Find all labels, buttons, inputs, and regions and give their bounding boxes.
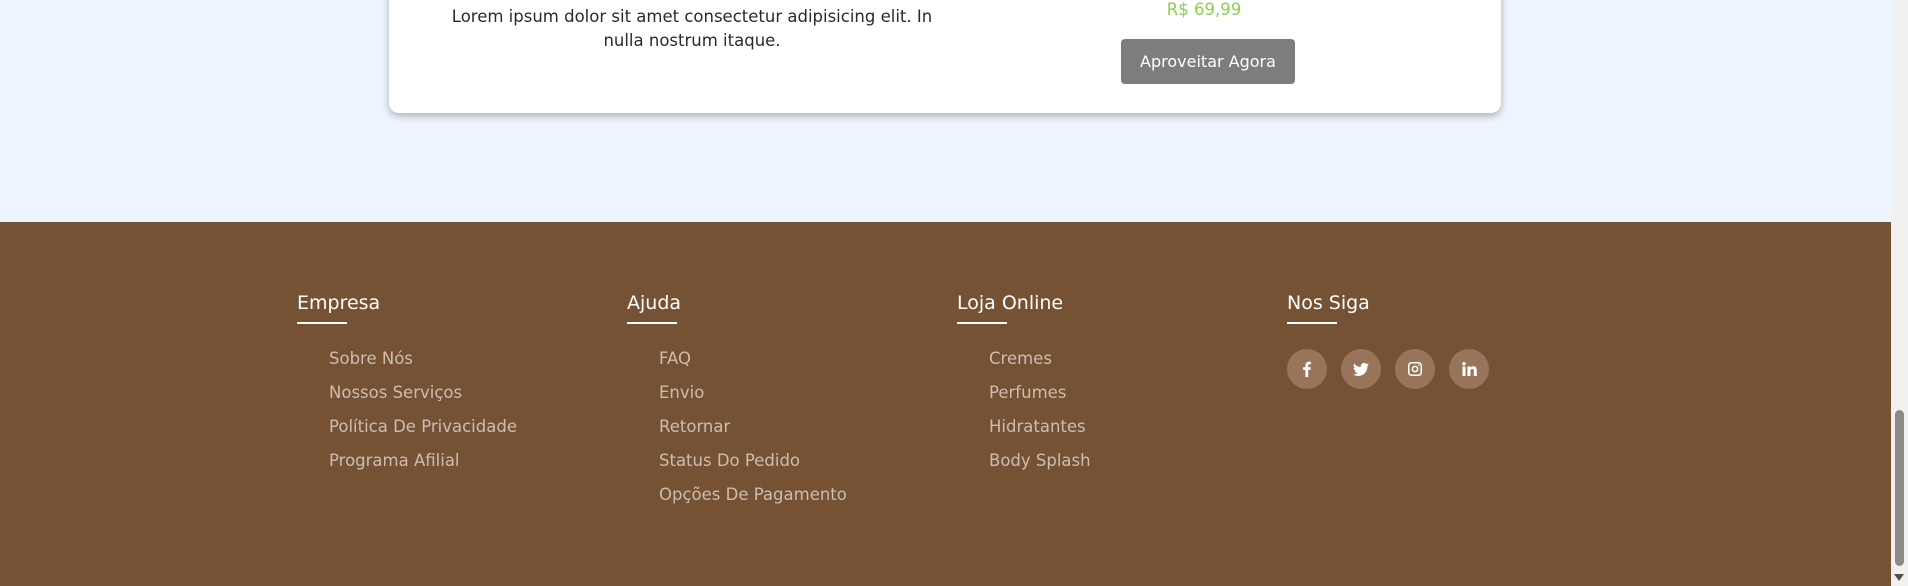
footer-link-cremes[interactable]: Cremes	[989, 342, 1091, 376]
twitter-button[interactable]	[1341, 349, 1381, 389]
facebook-icon	[1303, 361, 1311, 377]
footer-link-opcoes-de-pagamento[interactable]: Opções De Pagamento	[659, 478, 847, 512]
social-links	[1287, 349, 1489, 389]
footer-column-ajuda: Ajuda FAQ Envio Retornar Status Do Pedid…	[627, 290, 847, 512]
title-underline	[627, 322, 677, 324]
aproveitar-agora-button[interactable]: Aproveitar Agora	[1121, 39, 1295, 84]
promo-price: R$ 69,99	[1166, 0, 1242, 19]
footer-column-title: Loja Online	[957, 292, 1064, 314]
footer-link-retornar[interactable]: Retornar	[659, 410, 847, 444]
vertical-scrollbar[interactable]	[1891, 0, 1908, 586]
title-underline	[1287, 322, 1337, 324]
footer-link-list: Sobre Nós Nossos Serviços Política De Pr…	[297, 342, 517, 478]
footer-link-envio[interactable]: Envio	[659, 376, 847, 410]
facebook-button[interactable]	[1287, 349, 1327, 389]
scrollbar-thumb[interactable]	[1895, 410, 1904, 566]
promo-description: Lorem ipsum dolor sit amet consectetur a…	[451, 7, 933, 50]
footer-column-title: Nos Siga	[1287, 292, 1370, 314]
footer-link-list: Cremes Perfumes Hidratantes Body Splash	[957, 342, 1091, 478]
footer-link-body-splash[interactable]: Body Splash	[989, 444, 1091, 478]
footer-link-programa-afilial[interactable]: Programa Afilial	[329, 444, 517, 478]
footer-column-nos-siga: Nos Siga	[1287, 290, 1489, 389]
site-footer: Empresa Sobre Nós Nossos Serviços Políti…	[0, 222, 1891, 586]
footer-column-loja-online: Loja Online Cremes Perfumes Hidratantes …	[957, 290, 1091, 478]
promo-card: Lorem ipsum dolor sit amet consectetur a…	[389, 0, 1501, 113]
instagram-button[interactable]	[1395, 349, 1435, 389]
footer-link-perfumes[interactable]: Perfumes	[989, 376, 1091, 410]
footer-link-hidratantes[interactable]: Hidratantes	[989, 410, 1091, 444]
footer-column-title: Empresa	[297, 292, 381, 314]
footer-link-nossos-servicos[interactable]: Nossos Serviços	[329, 376, 517, 410]
footer-link-status-do-pedido[interactable]: Status Do Pedido	[659, 444, 847, 478]
page: Lorem ipsum dolor sit amet consectetur a…	[0, 0, 1891, 586]
footer-link-faq[interactable]: FAQ	[659, 342, 847, 376]
footer-column-empresa: Empresa Sobre Nós Nossos Serviços Políti…	[297, 290, 517, 478]
linkedin-button[interactable]	[1449, 349, 1489, 389]
scroll-down-arrow-icon[interactable]	[1894, 574, 1904, 581]
title-underline	[297, 322, 347, 324]
footer-column-title: Ajuda	[627, 292, 682, 314]
twitter-icon	[1353, 362, 1369, 376]
footer-link-list: FAQ Envio Retornar Status Do Pedido Opçõ…	[627, 342, 847, 512]
title-underline	[957, 322, 1007, 324]
footer-link-politica-de-privacidade[interactable]: Política De Privacidade	[329, 410, 517, 444]
linkedin-icon	[1462, 362, 1477, 376]
instagram-icon	[1408, 362, 1422, 376]
footer-link-sobre-nos[interactable]: Sobre Nós	[329, 342, 517, 376]
